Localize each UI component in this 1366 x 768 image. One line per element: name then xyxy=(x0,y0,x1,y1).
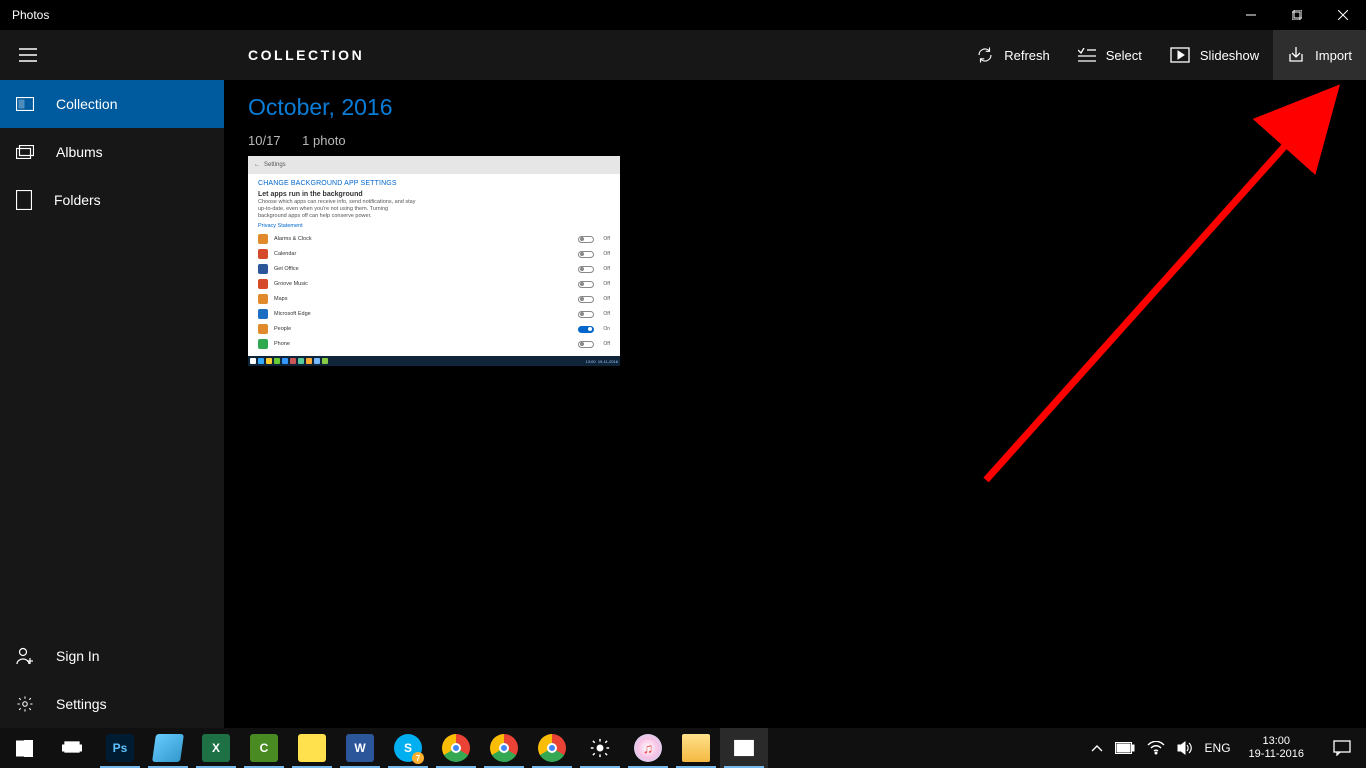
thumb-title: CHANGE BACKGROUND APP SETTINGS xyxy=(258,180,610,187)
photos-app-icon xyxy=(733,737,755,759)
page-heading: COLLECTION xyxy=(224,47,364,63)
window-titlebar: Photos xyxy=(0,0,1366,30)
date-short: 10/17 xyxy=(248,133,281,148)
hamburger-icon xyxy=(19,48,37,62)
thumb-privacy-link: Privacy Statement xyxy=(258,223,610,229)
command-bar: COLLECTION Refresh Select Slideshow Impo… xyxy=(0,30,1366,80)
sidebar-item-label: Folders xyxy=(54,192,101,208)
select-button[interactable]: Select xyxy=(1064,30,1156,80)
sidebar-item-albums[interactable]: Albums xyxy=(0,128,224,176)
taskbar-app-excel[interactable]: X xyxy=(192,728,240,768)
import-label: Import xyxy=(1315,48,1352,63)
albums-icon xyxy=(16,145,34,159)
action-center-button[interactable] xyxy=(1322,728,1362,768)
app-title: Photos xyxy=(0,8,49,22)
collection-icon xyxy=(16,97,34,111)
sidebar-item-label: Settings xyxy=(56,696,107,712)
taskbar-app-notepad[interactable] xyxy=(144,728,192,768)
refresh-button[interactable]: Refresh xyxy=(962,30,1064,80)
date-group-header: 10/17 1 photo xyxy=(248,133,1342,148)
gear-icon xyxy=(589,737,611,759)
taskbar-app-explorer[interactable] xyxy=(672,728,720,768)
select-label: Select xyxy=(1106,48,1142,63)
folders-icon xyxy=(16,190,32,210)
slideshow-icon xyxy=(1170,47,1190,63)
taskbar-app-camtasia[interactable]: C xyxy=(240,728,288,768)
signin-icon xyxy=(16,647,34,665)
refresh-icon xyxy=(976,46,994,64)
settings-icon xyxy=(16,695,34,713)
minimize-icon xyxy=(1246,10,1256,20)
taskbar-app-settings[interactable] xyxy=(576,728,624,768)
taskview-button[interactable] xyxy=(48,728,96,768)
sidebar-item-settings[interactable]: Settings xyxy=(0,680,224,728)
notification-icon xyxy=(1333,740,1351,756)
minimize-button[interactable] xyxy=(1228,0,1274,30)
tray-date: 19-11-2016 xyxy=(1249,748,1304,761)
refresh-label: Refresh xyxy=(1004,48,1050,63)
taskbar-app-stickynotes[interactable] xyxy=(288,728,336,768)
import-icon xyxy=(1287,46,1305,64)
photo-count: 1 photo xyxy=(302,133,345,148)
taskbar-app-photoshop[interactable]: Ps xyxy=(96,728,144,768)
taskbar-app-skype[interactable]: S7 xyxy=(384,728,432,768)
month-header[interactable]: October, 2016 xyxy=(248,94,1342,121)
windows-taskbar: Ps X C W S7 ♫ ENG 13:00 19-11-2016 xyxy=(0,728,1366,768)
slideshow-button[interactable]: Slideshow xyxy=(1156,30,1273,80)
thumb-heading: Let apps run in the background xyxy=(258,191,610,198)
windows-icon xyxy=(16,740,33,757)
taskbar-app-chrome-2[interactable] xyxy=(480,728,528,768)
slideshow-label: Slideshow xyxy=(1200,48,1259,63)
taskbar-app-photos[interactable] xyxy=(720,728,768,768)
sidebar-item-label: Albums xyxy=(56,144,103,160)
battery-icon[interactable] xyxy=(1115,742,1135,754)
sidebar-item-signin[interactable]: Sign In xyxy=(0,632,224,680)
taskbar-app-chrome-1[interactable] xyxy=(432,728,480,768)
taskbar-app-itunes[interactable]: ♫ xyxy=(624,728,672,768)
wifi-icon[interactable] xyxy=(1147,741,1165,755)
tray-time: 13:00 xyxy=(1249,735,1304,748)
sidebar-item-label: Collection xyxy=(56,96,117,112)
maximize-icon xyxy=(1292,10,1302,20)
content-area: October, 2016 10/17 1 photo ← Settings C… xyxy=(224,80,1366,728)
tray-language[interactable]: ENG xyxy=(1205,741,1231,755)
taskview-icon xyxy=(62,740,82,756)
select-icon xyxy=(1078,48,1096,62)
import-button[interactable]: Import xyxy=(1273,30,1366,80)
start-button[interactable] xyxy=(0,728,48,768)
sidebar-item-label: Sign In xyxy=(56,648,100,664)
tray-clock[interactable]: 13:00 19-11-2016 xyxy=(1243,735,1310,761)
sidebar-item-folders[interactable]: Folders xyxy=(0,176,224,224)
maximize-button[interactable] xyxy=(1274,0,1320,30)
close-icon xyxy=(1338,10,1348,20)
taskbar-app-chrome-3[interactable] xyxy=(528,728,576,768)
tray-chevron-up-icon[interactable] xyxy=(1091,744,1103,752)
system-tray: ENG 13:00 19-11-2016 xyxy=(1091,728,1366,768)
taskbar-app-word[interactable]: W xyxy=(336,728,384,768)
hamburger-button[interactable] xyxy=(0,30,56,80)
volume-icon[interactable] xyxy=(1177,741,1193,755)
nav-sidebar: Collection Albums Folders Sign In Settin… xyxy=(0,80,224,728)
photo-thumbnail[interactable]: ← Settings CHANGE BACKGROUND APP SETTING… xyxy=(248,156,620,366)
sidebar-item-collection[interactable]: Collection xyxy=(0,80,224,128)
thumb-desc: Choose which apps can receive info, send… xyxy=(258,199,418,220)
close-button[interactable] xyxy=(1320,0,1366,30)
